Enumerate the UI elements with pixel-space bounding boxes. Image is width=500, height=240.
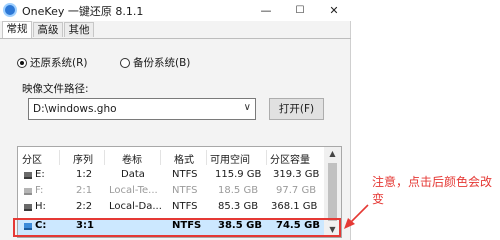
column-header-label[interactable]: 卷标: [122, 151, 142, 166]
tab-advanced[interactable]: 高级: [33, 22, 63, 37]
tab-general[interactable]: 常规: [2, 21, 32, 38]
partition-sequence: 2:1: [76, 185, 93, 196]
column-divider[interactable]: [59, 150, 60, 165]
column-divider[interactable]: [104, 150, 105, 165]
minimize-button[interactable]: —: [249, 0, 283, 21]
partition-sequence: 2:2: [76, 201, 93, 212]
partition-drive: E:: [35, 169, 45, 180]
scroll-up-icon[interactable]: ▲: [324, 147, 341, 161]
annotation-note: 注意，点击后颜色会改变: [372, 175, 493, 206]
partition-free-space: 115.9 GB: [215, 169, 262, 180]
tab-other[interactable]: 其他: [64, 22, 94, 37]
partition-drive: F:: [35, 185, 44, 196]
selected-row-highlight-box: [13, 218, 341, 237]
partition-row-h[interactable]: H: 2:2 Local-Da... NTFS 85.3 GB 368.1 GB: [18, 200, 324, 216]
column-header-free-space[interactable]: 可用空间: [210, 151, 250, 166]
restore-radio-label: 还原系统(R): [30, 57, 88, 69]
column-header-filesystem[interactable]: 格式: [174, 151, 194, 166]
close-button[interactable]: ✕: [317, 0, 351, 21]
partition-sequence: 1:2: [76, 169, 93, 180]
column-header-partition[interactable]: 分区: [22, 151, 42, 166]
radio-unchecked-icon: [120, 58, 130, 68]
partition-capacity: 368.1 GB: [271, 201, 318, 212]
partition-label: Local-Te...: [109, 185, 158, 196]
onekey-window: OneKey 一键还原 8.1.1 — ☐ ✕ 常规 高级 其他 还原系统(R)…: [0, 0, 351, 240]
tab-strip: 常规 高级 其他: [0, 21, 351, 39]
chevron-down-icon[interactable]: ∨: [244, 102, 251, 113]
image-path-label: 映像文件路径:: [22, 83, 89, 95]
partition-free-space: 18.5 GB: [218, 185, 259, 196]
column-header-sequence[interactable]: 序列: [73, 151, 93, 166]
maximize-button[interactable]: ☐: [283, 0, 317, 21]
partition-row-f[interactable]: F: 2:1 Local-Te... NTFS 18.5 GB 97.7 GB: [18, 184, 324, 200]
partition-list-header: 分区 序列 卷标 格式 可用空间 分区容量: [18, 147, 324, 168]
window-title: OneKey 一键还原 8.1.1: [22, 5, 144, 18]
title-bar[interactable]: OneKey 一键还原 8.1.1 — ☐ ✕: [0, 0, 351, 21]
image-path-combobox[interactable]: D:\windows.gho ∨: [28, 98, 256, 120]
drive-icon: [24, 204, 32, 211]
restore-radio[interactable]: 还原系统(R): [17, 55, 88, 70]
drive-icon: [24, 188, 32, 195]
partition-free-space: 85.3 GB: [218, 201, 259, 212]
column-divider[interactable]: [206, 150, 207, 165]
partition-label: Data: [121, 169, 145, 180]
partition-capacity: 319.3 GB: [273, 169, 320, 180]
scrollbar-thumb[interactable]: [328, 163, 337, 221]
partition-filesystem: NTFS: [172, 169, 198, 180]
column-divider[interactable]: [160, 150, 161, 165]
open-file-button[interactable]: 打开(F): [269, 98, 324, 120]
partition-drive: H:: [35, 201, 46, 212]
backup-radio[interactable]: 备份系统(B): [120, 55, 190, 70]
onekey-app-icon: [3, 3, 17, 17]
image-path-value: D:\windows.gho: [33, 103, 117, 115]
partition-filesystem: NTFS: [172, 201, 198, 212]
radio-checked-icon: [17, 58, 27, 68]
backup-radio-label: 备份系统(B): [133, 57, 191, 69]
partition-row-e[interactable]: E: 1:2 Data NTFS 115.9 GB 319.3 GB: [18, 168, 324, 184]
column-header-capacity[interactable]: 分区容量: [270, 151, 310, 166]
column-divider[interactable]: [266, 150, 267, 165]
partition-label: Local-Da...: [109, 201, 162, 212]
partition-filesystem: NTFS: [172, 185, 198, 196]
drive-icon: [24, 172, 32, 179]
partition-capacity: 97.7 GB: [276, 185, 317, 196]
